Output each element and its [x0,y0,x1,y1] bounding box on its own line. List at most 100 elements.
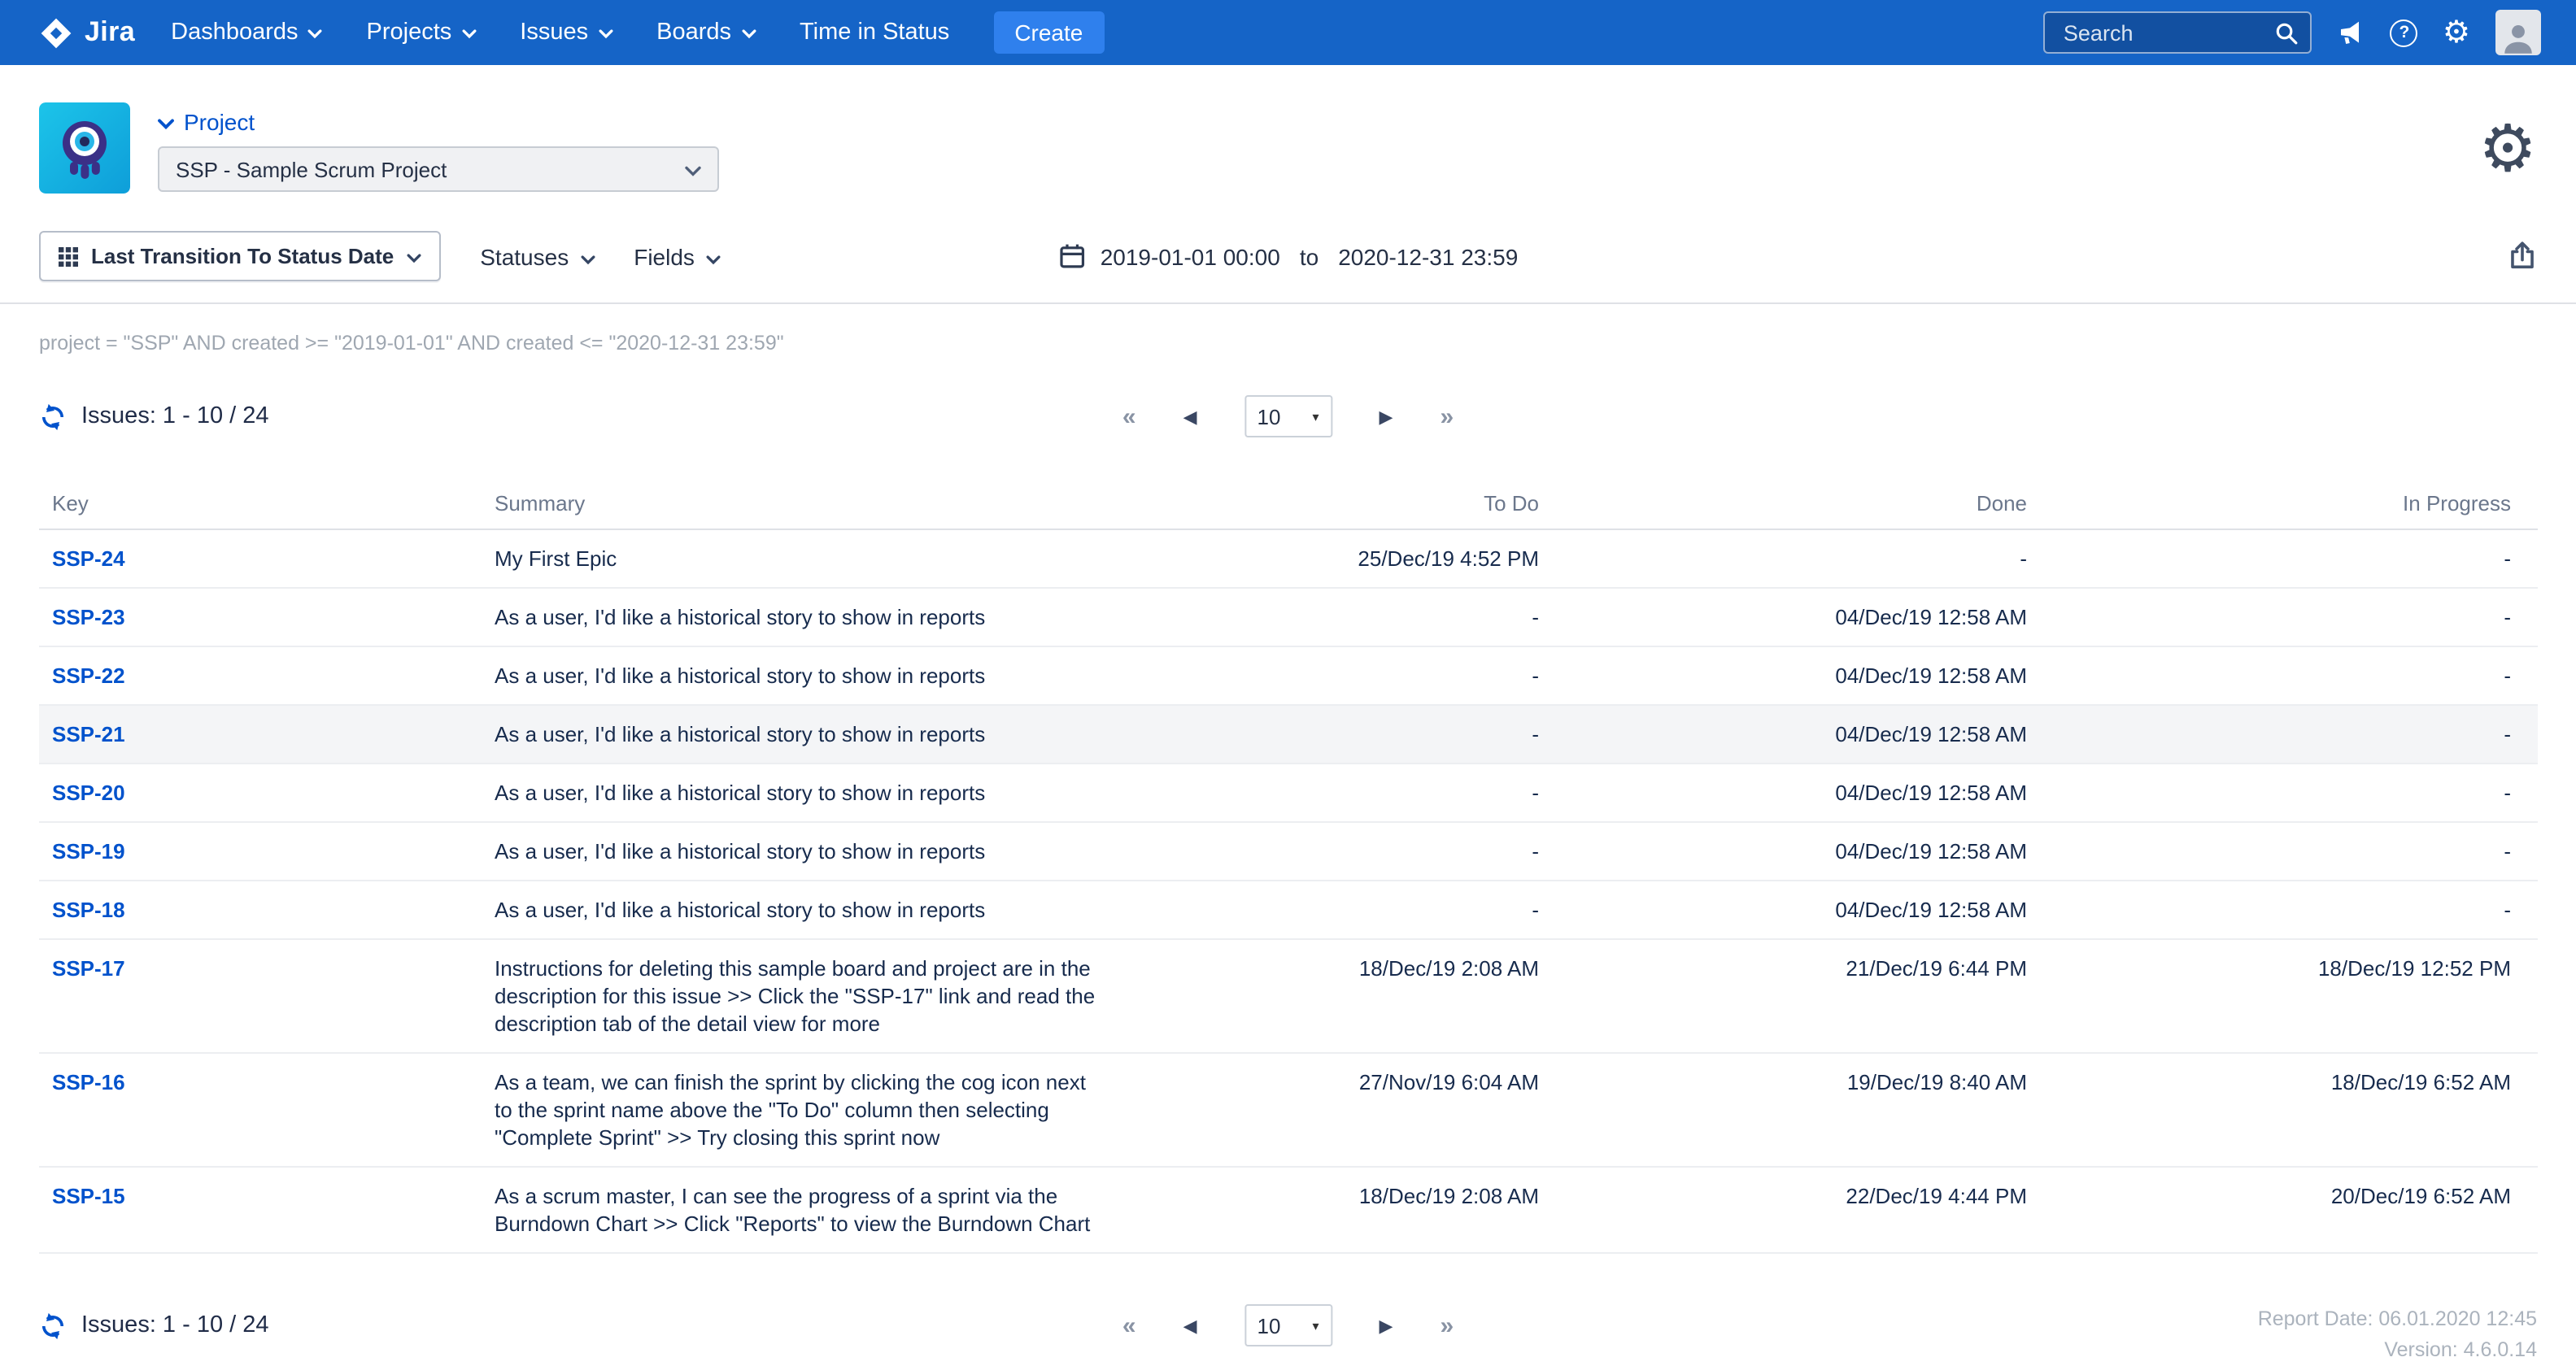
todo-date: - [1113,881,1552,938]
announcements-icon[interactable] [2337,18,2366,47]
issue-key-cell: SSP-15 [39,1168,495,1252]
prev-page-button[interactable]: ◀ [1183,1315,1197,1336]
caret-down-icon: ▾ [1312,409,1319,424]
issue-key-link[interactable]: SSP-19 [52,839,125,864]
date-from: 2019-01-01 00:00 [1101,243,1280,269]
issue-summary: As a user, I'd like a historical story t… [495,823,1113,880]
create-button[interactable]: Create [993,11,1104,54]
issues-count-label: Issues: 1 - 10 / 24 [81,403,269,429]
todo-date: 18/Dec/19 2:08 AM [1113,940,1552,1052]
next-page-button[interactable]: ▶ [1380,1315,1393,1336]
jira-home-link[interactable]: Jira [39,15,135,50]
nav-issues[interactable]: Issues [520,20,612,46]
issue-key-link[interactable]: SSP-24 [52,546,125,571]
report-date: Report Date: 06.01.2020 12:45 [2258,1304,2537,1335]
refresh-icon[interactable] [39,1312,67,1339]
issue-key-link[interactable]: SSP-22 [52,663,125,688]
issues-count-group: Issues: 1 - 10 / 24 [39,402,269,430]
issue-summary: As a team, we can finish the sprint by c… [495,1054,1113,1166]
inprogress-date: 18/Dec/19 12:52 PM [2040,940,2537,1052]
page-size-select[interactable]: 10 ▾ [1244,395,1332,437]
statuses-dropdown[interactable]: Statuses [480,243,595,269]
first-page-button[interactable]: « [1122,1312,1136,1339]
done-date: 04/Dec/19 12:58 AM [1552,823,2040,880]
issue-key-link[interactable]: SSP-17 [52,956,125,981]
issue-key-link[interactable]: SSP-15 [52,1184,125,1208]
issue-key-link[interactable]: SSP-21 [52,722,125,746]
page-size-select[interactable]: 10 ▾ [1244,1304,1332,1346]
project-header: Project SSP - Sample Scrum Project ⚙ [0,65,2576,194]
date-to: 2020-12-31 23:59 [1338,243,1518,269]
search-input[interactable] [2060,19,2275,46]
todo-date: - [1113,589,1552,646]
issue-key-cell: SSP-24 [39,530,495,587]
export-icon[interactable] [2506,241,2537,272]
done-date: 04/Dec/19 12:58 AM [1552,764,2040,821]
admin-gear-icon[interactable]: ⚙ [2443,17,2470,48]
column-header-inprogress[interactable]: In Progress [2040,481,2537,530]
nav-projects[interactable]: Projects [367,20,477,46]
column-header-summary[interactable]: Summary [495,481,1113,530]
inprogress-date: - [2040,589,2537,646]
report-type-button[interactable]: Last Transition To Status Date [39,231,441,281]
issue-key-cell: SSP-19 [39,823,495,880]
project-select[interactable]: SSP - Sample Scrum Project [158,146,719,192]
column-header-todo[interactable]: To Do [1113,481,1552,530]
issue-key-link[interactable]: SSP-16 [52,1070,125,1094]
inprogress-date: - [2040,706,2537,763]
nav-boards[interactable]: Boards [656,20,756,46]
done-date: 04/Dec/19 12:58 AM [1552,647,2040,704]
table-row: SSP-17Instructions for deleting this sam… [39,940,2537,1054]
inprogress-date: 20/Dec/19 6:52 AM [2040,1168,2537,1252]
prev-page-button[interactable]: ◀ [1183,406,1197,427]
pager: « ◀ 10 ▾ ▶ » [1122,395,1454,437]
done-date: 19/Dec/19 8:40 AM [1552,1054,2040,1166]
todo-date: 27/Nov/19 6:04 AM [1113,1054,1552,1166]
refresh-icon[interactable] [39,402,67,430]
report-type-label: Last Transition To Status Date [91,244,394,268]
statuses-label: Statuses [480,243,569,269]
table-row: SSP-22As a user, I'd like a historical s… [39,647,2537,706]
project-label: Project [184,109,255,135]
issue-summary: As a user, I'd like a historical story t… [495,706,1113,763]
chevron-down-icon [685,157,701,181]
project-section-toggle[interactable]: Project [158,109,719,135]
topbar-right-cluster: ? ⚙ [2044,10,2540,55]
nav-label: Projects [367,20,452,46]
issue-key-cell: SSP-16 [39,1054,495,1166]
issue-key-link[interactable]: SSP-23 [52,605,125,629]
project-select-value: SSP - Sample Scrum Project [176,157,447,181]
first-page-button[interactable]: « [1122,402,1136,430]
column-header-key[interactable]: Key [39,481,495,530]
search-box[interactable] [2044,11,2312,54]
settings-gear-icon[interactable]: ⚙ [2478,117,2537,182]
last-page-button[interactable]: » [1440,402,1454,430]
table-row: SSP-16 As a team, we can finish the sprin… [39,1054,2537,1168]
next-page-button[interactable]: ▶ [1380,406,1393,427]
nav-time-in-status[interactable]: Time in Status [800,20,949,46]
fields-label: Fields [634,243,695,269]
issues-count-group: Issues: 1 - 10 / 24 [39,1312,269,1339]
last-page-button[interactable]: » [1440,1312,1454,1339]
done-date: 04/Dec/19 12:58 AM [1552,589,2040,646]
brand-name: Jira [85,16,135,49]
issues-table-body: SSP-24My First Epic25/Dec/19 4:52 PM--SS… [39,530,2537,1254]
table-row: SSP-23As a user, I'd like a historical s… [39,589,2537,647]
column-header-done[interactable]: Done [1552,481,2040,530]
nav-dashboards[interactable]: Dashboards [171,20,322,46]
help-icon[interactable]: ? [2391,19,2418,46]
top-navigation-bar: Jira Dashboards Projects Issues Boards T… [0,0,2576,65]
search-icon[interactable] [2275,20,2299,45]
chevron-down-icon [407,244,421,268]
nav-label: Issues [520,20,588,46]
table-row: SSP-21 As a user, I'd like a historical s… [39,706,2537,764]
date-range-picker[interactable]: 2019-01-01 00:00 to 2020-12-31 23:59 [1058,242,1519,270]
chevron-down-icon [158,109,174,135]
calendar-icon [1058,242,1086,270]
user-avatar[interactable] [2495,10,2540,55]
fields-dropdown[interactable]: Fields [634,243,721,269]
issue-key-link[interactable]: SSP-20 [52,781,125,805]
todo-date: - [1113,823,1552,880]
issue-key-link[interactable]: SSP-18 [52,898,125,922]
jira-logo-icon [39,15,73,50]
